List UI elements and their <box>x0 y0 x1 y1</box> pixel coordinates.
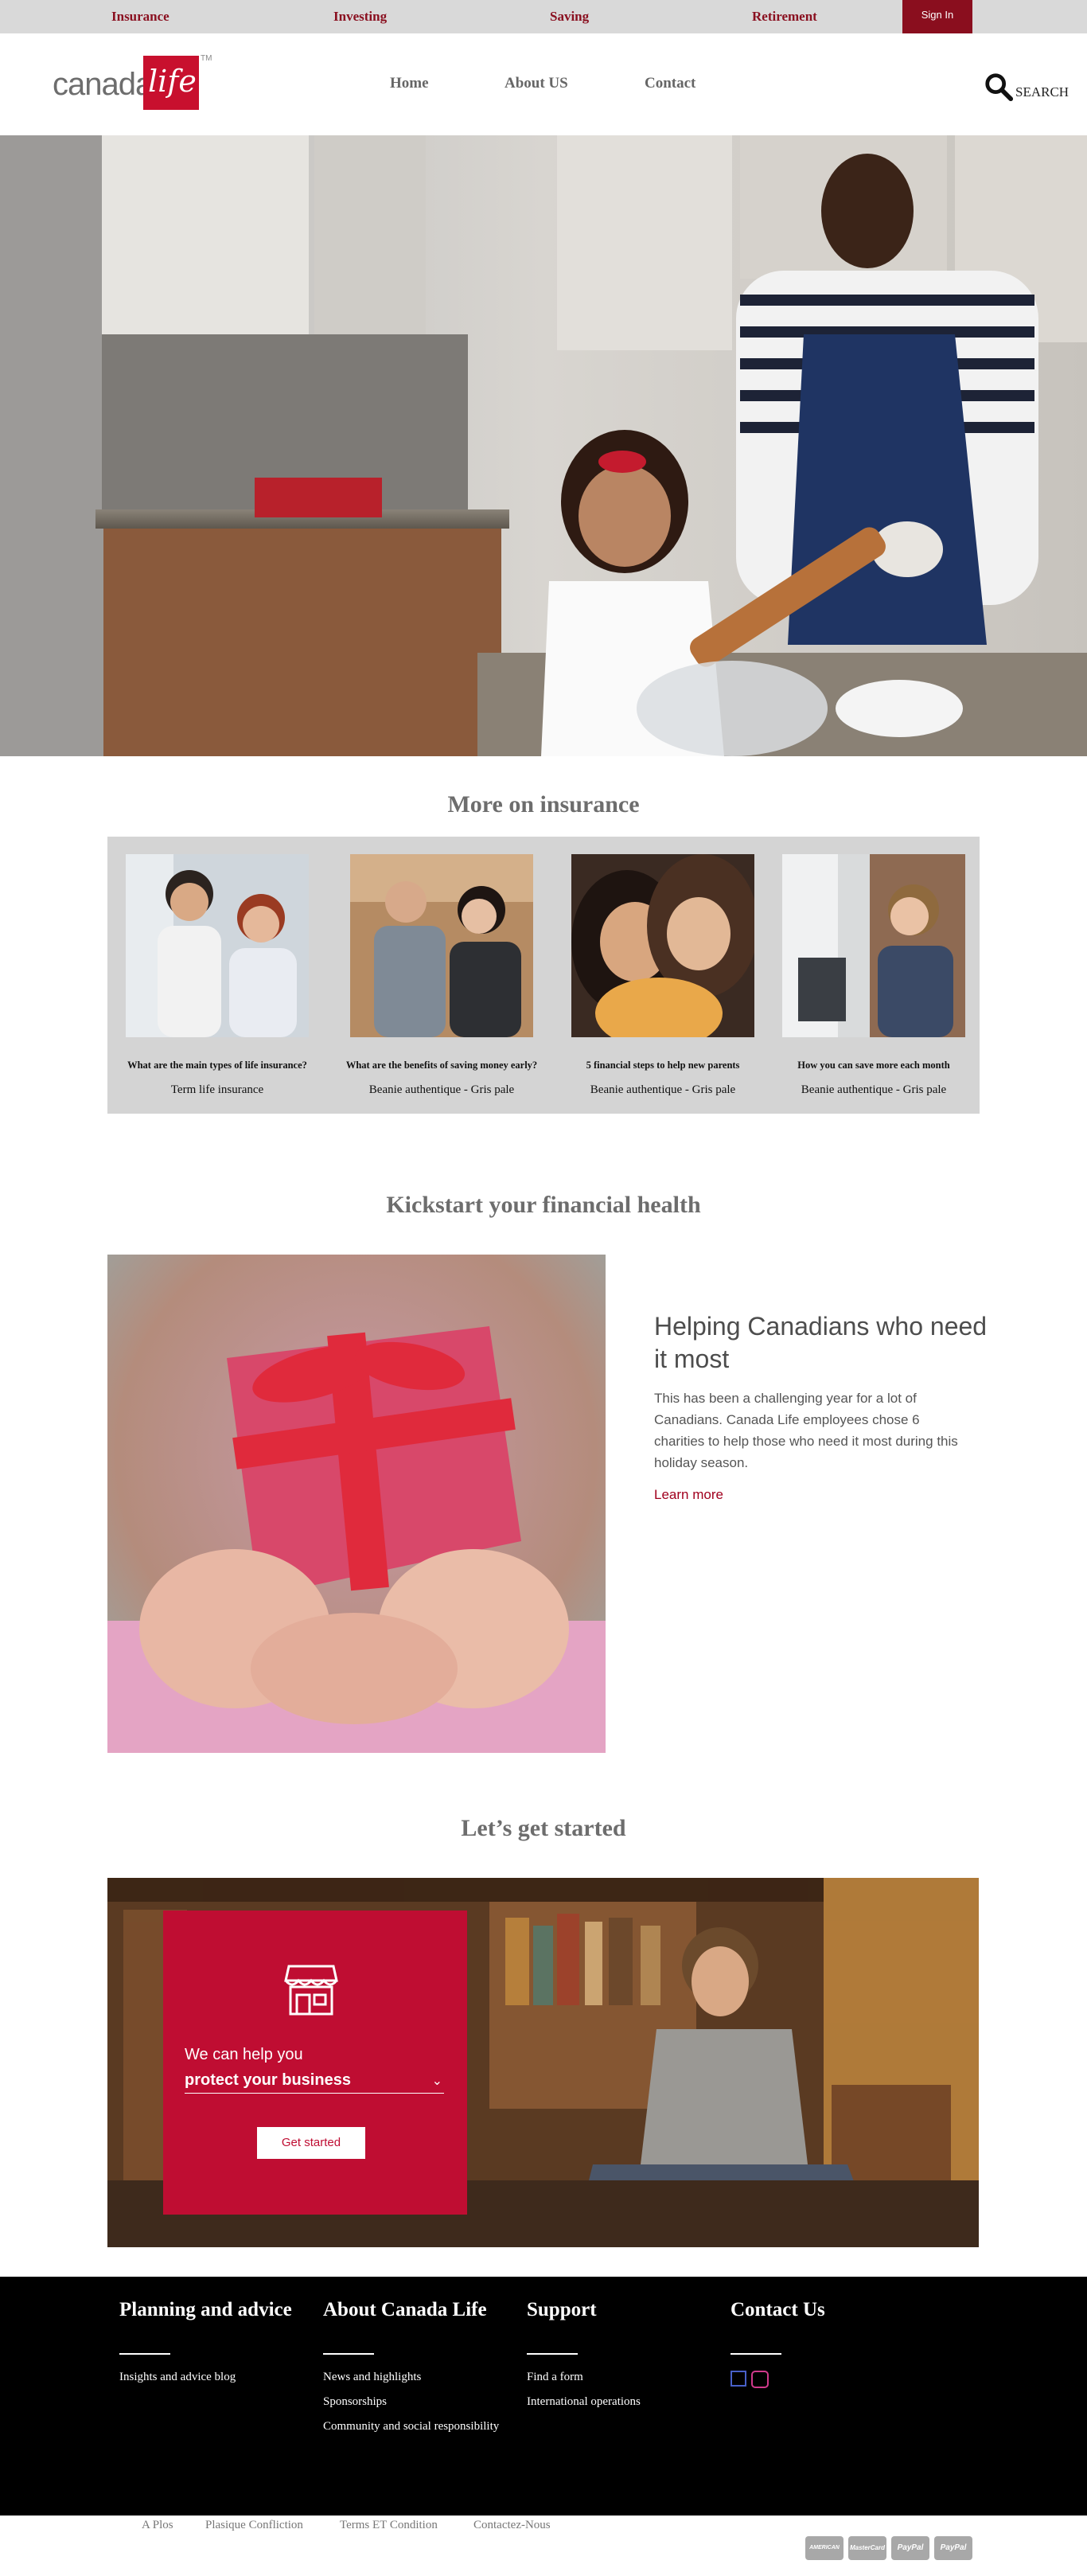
logo-life-text: life <box>148 64 197 99</box>
card-description: Beanie authentique - Gris pale <box>590 1083 736 1096</box>
learn-more-link[interactable]: Learn more <box>654 1487 723 1503</box>
card-photo <box>782 854 965 1037</box>
card-photo <box>350 854 533 1037</box>
footer-link[interactable]: News and highlights <box>323 2371 499 2384</box>
started-section-title: Let’s get started <box>461 1815 626 1841</box>
footer-col-title: About Canada Life <box>323 2299 487 2320</box>
kickstart-body: This has been a challenging year for a l… <box>654 1391 958 1470</box>
facebook-icon[interactable] <box>731 2371 746 2387</box>
footer-link[interactable]: International operations <box>527 2395 641 2409</box>
get-started-button[interactable]: Get started <box>257 2127 365 2159</box>
need-select[interactable]: protect your business ⌄ <box>185 2071 444 2094</box>
search-label: SEARCH <box>1015 84 1069 100</box>
help-text: We can help you <box>185 2046 303 2063</box>
logo-trademark: TM <box>201 54 212 63</box>
sign-in-button[interactable]: Sign In <box>902 0 972 33</box>
footer-link[interactable]: Community and social responsibility <box>323 2420 499 2434</box>
card-question: What are the main types of life insuranc… <box>127 1060 307 1071</box>
site-header: canada life TM Home About US Contact SEA… <box>0 33 1087 135</box>
nav-home[interactable]: Home <box>390 75 429 92</box>
bottom-link[interactable]: Terms ET Condition <box>340 2519 438 2532</box>
logo-life-box: life <box>143 56 199 110</box>
help-widget: We can help you protect your business ⌄ … <box>163 1911 467 2215</box>
need-select-value: protect your business <box>185 2071 351 2089</box>
footer-col-title: Planning and advice <box>119 2299 292 2320</box>
footer-link[interactable]: Sponsorships <box>323 2395 499 2409</box>
footer-divider <box>731 2353 781 2355</box>
paypal-icon: PayPal <box>891 2536 929 2560</box>
footer-divider <box>323 2353 374 2355</box>
search-button[interactable]: SEARCH <box>984 72 1069 102</box>
card-photo <box>571 854 754 1037</box>
footer-col-support: Support Find a form International operat… <box>527 2299 641 2420</box>
logo-canada-text: canada <box>53 67 153 102</box>
card-description: Term life insurance <box>170 1083 264 1096</box>
site-footer: Planning and advice Insights and advice … <box>0 2277 1087 2516</box>
footer-divider <box>119 2353 170 2355</box>
storefront-icon <box>284 1965 338 2016</box>
insurance-cards-panel: What are the main types of life insuranc… <box>107 837 980 1114</box>
kickstart-heading: Helping Canadians who need it most <box>654 1312 988 1373</box>
kickstart-section-title: Kickstart your financial health <box>386 1192 701 1218</box>
top-category-bar: Insurance Investing Saving Retirement Si… <box>0 0 1087 33</box>
chevron-down-icon: ⌄ <box>431 2074 442 2088</box>
footer-link[interactable]: Find a form <box>527 2371 641 2384</box>
category-insurance[interactable]: Insurance <box>111 0 169 33</box>
category-investing[interactable]: Investing <box>333 0 387 33</box>
instagram-icon[interactable] <box>751 2371 769 2388</box>
footer-divider <box>527 2353 578 2355</box>
category-retirement[interactable]: Retirement <box>752 0 817 33</box>
bottom-link[interactable]: A Plos <box>142 2519 173 2532</box>
social-links <box>731 2371 825 2388</box>
insurance-section-title: More on insurance <box>447 791 640 818</box>
footer-col-planning: Planning and advice Insights and advice … <box>119 2299 292 2395</box>
card-photo <box>126 854 309 1037</box>
amex-icon: AMERICAN EXPRESS <box>805 2536 843 2574</box>
paypal-icon: PayPal <box>934 2536 972 2560</box>
bottom-bar: A Plos Plasique Confliction Terms ET Con… <box>0 2516 1087 2576</box>
nav-about-us[interactable]: About US <box>505 75 568 92</box>
footer-col-contact: Contact Us <box>731 2299 825 2388</box>
footer-link[interactable]: Insights and advice blog <box>119 2371 292 2384</box>
bottom-link[interactable]: Contactez-Nous <box>473 2519 551 2532</box>
nav-contact[interactable]: Contact <box>645 75 695 92</box>
card-description: Beanie authentique - Gris pale <box>801 1083 947 1096</box>
footer-col-about: About Canada Life News and highlights Sp… <box>323 2299 499 2445</box>
footer-col-title: Contact Us <box>731 2299 825 2320</box>
mastercard-icon: MasterCard <box>848 2536 886 2560</box>
gift-photo <box>107 1255 606 1753</box>
card-question: How you can save more each month <box>797 1060 950 1071</box>
search-icon <box>985 73 1014 102</box>
bottom-link[interactable]: Plasique Confliction <box>205 2519 303 2532</box>
hero-image <box>0 135 1087 756</box>
card-question: 5 financial steps to help new parents <box>586 1060 740 1071</box>
card-question: What are the benefits of saving money ea… <box>345 1060 538 1071</box>
hero-kitchen-photo <box>0 135 1087 756</box>
category-saving[interactable]: Saving <box>550 0 589 33</box>
footer-col-title: Support <box>527 2299 597 2320</box>
card-description: Beanie authentique - Gris pale <box>368 1083 515 1096</box>
